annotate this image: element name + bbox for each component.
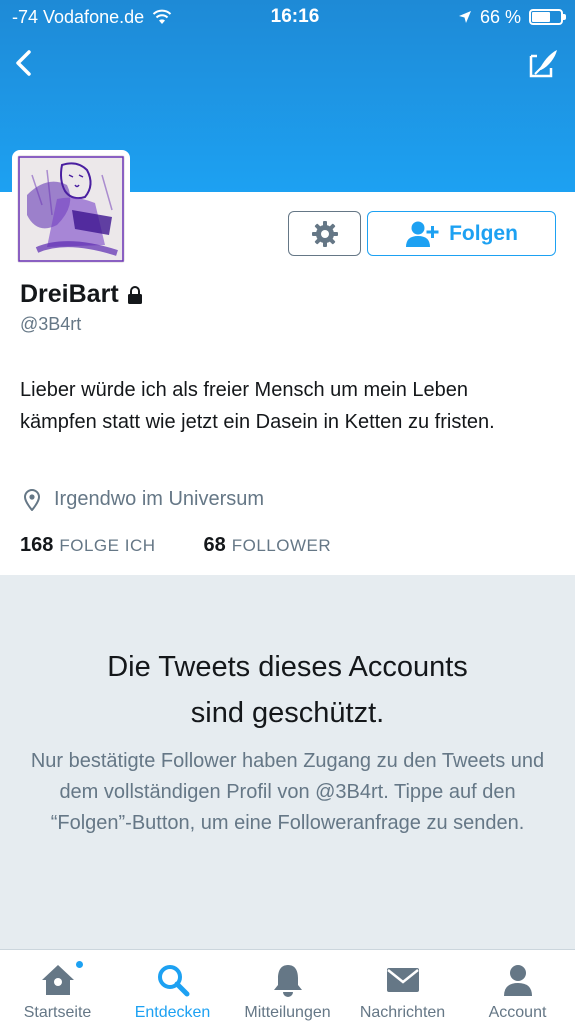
followers-label: FOLLOWER: [231, 536, 332, 555]
followers-count: 68: [203, 534, 226, 556]
tab-nachrichten[interactable]: Nachrichten: [345, 950, 460, 1024]
tab-bar: Startseite Entdecken Mitteilungen Nachri…: [0, 949, 575, 1024]
profile-location: Irgendwo im Universum: [24, 488, 264, 511]
tab-mitteilungen[interactable]: Mitteilungen: [230, 950, 345, 1024]
back-button[interactable]: [8, 46, 38, 80]
followers-stat[interactable]: 68 FOLLOWER: [204, 534, 332, 557]
following-label: FOLGE ICH: [59, 536, 156, 555]
protected-message: Nur bestätigte Follower haben Zugang zu …: [30, 750, 545, 834]
search-icon: [157, 965, 189, 997]
settings-button[interactable]: [288, 211, 361, 256]
tab-entdecken[interactable]: Entdecken: [115, 950, 230, 1024]
status-bar: -74 Vodafone.de 16:16 66 %: [0, 0, 575, 34]
compose-tweet-button[interactable]: [525, 46, 561, 82]
tab-account[interactable]: Account: [460, 950, 575, 1024]
profile-stats: 168 FOLGE ICH 68 FOLLOWER: [20, 534, 331, 557]
profile-handle: @3B4rt: [20, 314, 82, 334]
battery-percent: 66 %: [479, 6, 521, 27]
add-user-icon: [406, 221, 439, 247]
tab-startseite[interactable]: Startseite: [0, 950, 115, 1024]
protected-title-line1: Die Tweets dieses Accounts: [107, 651, 468, 683]
carrier-label: -74 Vodafone.de: [12, 6, 145, 27]
wifi-icon: [152, 9, 172, 24]
tab-label: Mitteilungen: [244, 1004, 331, 1021]
chevron-left-icon: [16, 50, 31, 76]
bell-icon: [273, 965, 302, 997]
location-pin-icon: [24, 488, 40, 511]
tab-label: Entdecken: [134, 1004, 211, 1021]
battery-icon: [529, 9, 566, 25]
follow-button-label: Folgen: [449, 221, 518, 245]
location-arrow-icon: [458, 11, 471, 23]
tab-label: Nachrichten: [359, 1004, 446, 1021]
person-icon: [503, 965, 532, 996]
home-icon: [41, 965, 74, 995]
protected-title-line2: sind geschützt.: [190, 697, 385, 729]
tab-label: Startseite: [23, 1004, 92, 1021]
tab-label: Account: [488, 1004, 547, 1021]
clock: 16:16: [270, 6, 320, 27]
lock-icon: [127, 285, 142, 304]
following-count: 168: [20, 534, 54, 556]
gear-icon: [311, 220, 338, 247]
notification-dot: [75, 960, 84, 969]
envelope-icon: [386, 968, 419, 992]
following-stat[interactable]: 168 FOLGE ICH: [20, 534, 156, 557]
protected-title: Die Tweets dieses Accounts sind geschütz…: [40, 644, 535, 736]
follow-button[interactable]: Folgen: [367, 211, 556, 256]
profile-bio: Lieber würde ich als freier Mensch um me…: [20, 379, 495, 433]
avatar-sketch-image: [17, 155, 125, 263]
location-label: Irgendwo im Universum: [54, 488, 265, 510]
profile-name: DreiBart: [20, 280, 119, 308]
compose-icon: [529, 50, 557, 78]
avatar[interactable]: [12, 150, 130, 268]
